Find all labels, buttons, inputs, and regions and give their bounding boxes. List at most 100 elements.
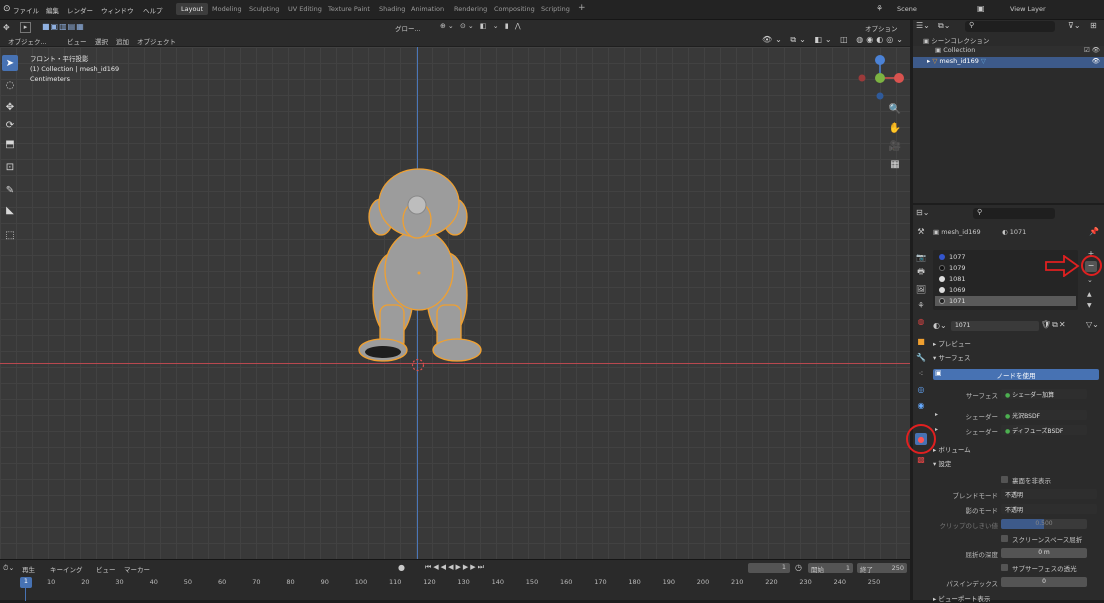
move-tool-icon[interactable]: ✥ (2, 99, 18, 115)
tool-tab-icon[interactable]: ⚒ (915, 225, 927, 237)
constraints-tab-icon[interactable]: ◉ (915, 399, 927, 411)
move-slot-up-icon[interactable]: ▲ (1087, 291, 1092, 298)
transform-orientation-dropdown[interactable]: グロー... (395, 23, 421, 33)
camera-icon[interactable]: 🎥 (888, 139, 902, 153)
menu-add[interactable]: 追加 (116, 36, 129, 46)
menu-keying[interactable]: キーイング (50, 564, 83, 574)
object-visibility-icon[interactable]: 👁 (1092, 57, 1100, 65)
shader2-expand-icon[interactable]: ▸ (935, 426, 938, 433)
cursor-tool-icon[interactable]: ◌ (2, 77, 18, 93)
grid-view-icon[interactable]: ▦ (888, 157, 902, 171)
backface-checkbox[interactable] (1001, 476, 1008, 483)
end-frame-field[interactable]: 終了 250 (857, 563, 907, 574)
viewport-display-section[interactable]: ▸ ビューポート表示 (933, 593, 990, 603)
tab-sculpting[interactable]: Sculpting (249, 5, 279, 13)
material-slot-1069[interactable]: 1069 (935, 285, 1080, 295)
navigation-gizmo[interactable] (856, 51, 906, 101)
viewport-shading-icons[interactable]: 👁⌄ ⧉⌄ ◧⌄ ◫ ◍◉◐◎⌄ (762, 35, 906, 45)
timeline-editor-icon[interactable]: ⏱⌄ (3, 564, 14, 573)
snap-icons[interactable]: ⊕⌄ ⊙⌄ ◧ ⌄ ▮ ⋀ (440, 22, 523, 30)
tab-uv-editing[interactable]: UV Editing (288, 5, 322, 13)
3d-viewport[interactable]: ➤ ◌ ✥ ⟳ ⬒ ⊡ ✎ ◣ ⬚ フロント・平行投影 (1) Collecti… (0, 47, 910, 559)
tab-layout[interactable]: Layout (176, 3, 209, 15)
tab-scripting[interactable]: Scripting (541, 5, 570, 13)
outliner-filter-icon[interactable]: ⧉⌄ (938, 21, 950, 31)
editor-type-icon[interactable]: ✥ (3, 23, 10, 32)
outliner-row-object[interactable]: ▸ ▽ mesh_id169 ▽ 👁 (913, 57, 1104, 68)
select-box-icon[interactable]: ▸ (20, 22, 31, 33)
texture-tab-icon[interactable]: ▩ (915, 453, 927, 465)
measure-tool-icon[interactable]: ◣ (2, 202, 18, 218)
refraction-depth-field[interactable]: 0 m (1001, 548, 1087, 558)
menu-marker[interactable]: マーカー (124, 564, 150, 574)
modifier-tab-icon[interactable]: 🔧 (915, 351, 927, 363)
menu-file[interactable]: ファイル (13, 5, 39, 15)
particles-tab-icon[interactable]: ⁖ (915, 367, 927, 379)
menu-render[interactable]: レンダー (67, 5, 93, 15)
scale-tool-icon[interactable]: ⬒ (2, 136, 18, 152)
frame-ruler[interactable]: 10 20 30 40 50 60 70 80 90 100 110 120 130 140 150 160 1… (0, 577, 910, 589)
menu-window[interactable]: ウィンドウ (101, 5, 134, 15)
tab-rendering[interactable]: Rendering (454, 5, 487, 13)
playhead[interactable]: 1 (20, 577, 32, 588)
view-layer-icon[interactable]: ▣ (977, 4, 985, 13)
world-tab-icon[interactable]: ◍ (915, 315, 927, 327)
preview-section[interactable]: ▸ プレビュー (933, 338, 971, 348)
menu-timeline-view[interactable]: ビュー (96, 564, 116, 574)
collection-visibility-icon[interactable]: ☑ 👁 (1084, 46, 1100, 54)
properties-editor-icon[interactable]: ⊟⌄ (916, 208, 929, 217)
scene-tab-icon[interactable]: ⚘ (915, 299, 927, 311)
pan-hand-icon[interactable]: ✋ (888, 121, 902, 135)
zoom-icon[interactable]: 🔍 (888, 102, 902, 116)
transform-tool-icon[interactable]: ⊡ (2, 159, 18, 175)
shadow-mode-dropdown[interactable]: 不透明 (1001, 504, 1097, 514)
current-frame-field[interactable]: 1 (748, 563, 790, 573)
output-tab-icon[interactable]: 🖶 (915, 267, 927, 279)
slot-specials-icon[interactable]: ⌄ (1087, 276, 1093, 284)
select-mode-icons[interactable]: ■▣▥▤▦ (42, 22, 85, 31)
object-mode-dropdown[interactable]: オブジェク... (8, 36, 47, 46)
scene-name[interactable]: Scene (897, 5, 917, 13)
tab-compositing[interactable]: Compositing (494, 5, 535, 13)
scene-icon[interactable]: ⚘ (876, 4, 883, 13)
subsurface-checkbox[interactable] (1001, 564, 1008, 571)
view-layer-tab-icon[interactable]: 🖼 (915, 283, 927, 295)
clip-threshold-field[interactable]: 0.500 (1001, 519, 1087, 529)
select-tool-icon[interactable]: ➤ (2, 55, 18, 71)
tab-modeling[interactable]: Modeling (212, 5, 242, 13)
rotate-tool-icon[interactable]: ⟳ (2, 117, 18, 133)
volume-section[interactable]: ▸ ボリューム (933, 444, 971, 454)
surface-shader-field[interactable]: ● シェーダー加算 (1001, 389, 1087, 399)
use-nodes-button[interactable]: ノードを使用 (933, 369, 1099, 380)
physics-tab-icon[interactable]: ◎ (915, 383, 927, 395)
tab-animation[interactable]: Animation (411, 5, 444, 13)
material-browse-icon[interactable]: ◐⌄ (933, 321, 947, 330)
material-name-field[interactable]: 1071 (951, 321, 1039, 331)
outliner-search-input[interactable]: ⚲ (965, 21, 1055, 32)
material-slot-1071[interactable]: 1071 (935, 296, 1076, 306)
material-link-dropdown-icon[interactable]: ▽⌄ (1086, 320, 1099, 329)
dog-model[interactable] (355, 165, 485, 370)
record-icon[interactable]: ● (398, 563, 405, 572)
options-dropdown[interactable]: オプション (865, 23, 898, 33)
properties-search-input[interactable]: ⚲ (973, 208, 1055, 219)
pin-icon[interactable]: 📌 (1089, 227, 1099, 236)
ssr-checkbox[interactable] (1001, 535, 1008, 542)
move-slot-down-icon[interactable]: ▼ (1087, 302, 1092, 309)
settings-section[interactable]: ▾ 設定 (933, 458, 951, 468)
add-cube-tool-icon[interactable]: ⬚ (2, 227, 18, 243)
menu-edit[interactable]: 編集 (46, 5, 59, 15)
surface-section[interactable]: ▾ サーフェス (933, 352, 970, 362)
object-tab-icon[interactable]: ■ (915, 335, 927, 347)
material-action-icons[interactable]: 🛡⧉✕ (1041, 320, 1067, 330)
outliner-row-collection[interactable]: ▣ Collection ☑ 👁 (913, 46, 1104, 57)
render-tab-icon[interactable]: 📷 (915, 251, 927, 263)
menu-playback[interactable]: 再生 (22, 564, 35, 574)
tab-texture-paint[interactable]: Texture Paint (328, 5, 370, 13)
annotate-tool-icon[interactable]: ✎ (2, 182, 18, 198)
tab-shading[interactable]: Shading (379, 5, 405, 13)
menu-select[interactable]: 選択 (95, 36, 108, 46)
pass-index-field[interactable]: 0 (1001, 577, 1087, 587)
add-workspace-icon[interactable]: + (578, 3, 586, 13)
start-frame-field[interactable]: 開始 1 (808, 563, 853, 574)
